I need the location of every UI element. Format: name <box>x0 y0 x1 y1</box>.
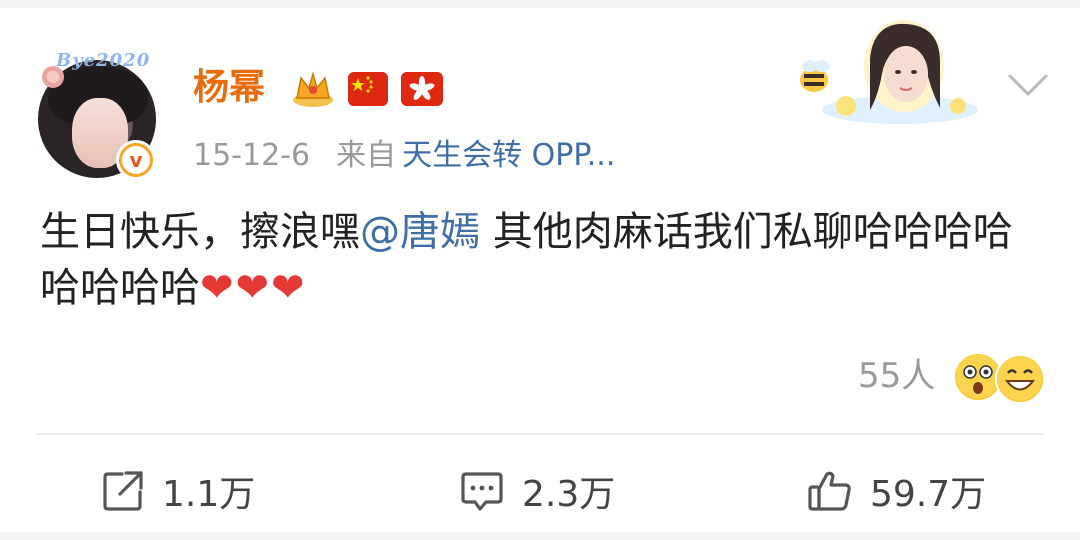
like-count: 59.7万 <box>870 474 987 515</box>
comment-icon <box>461 472 503 511</box>
repost-button[interactable]: 1.1万 <box>100 464 255 518</box>
post-source[interactable]: 天生会转 OPP... <box>402 138 615 173</box>
weibo-post-card: Bye2020 v 杨幂 15-12-6 来自 天生会转 OPP... 生日快乐… <box>0 8 1080 532</box>
like-button[interactable]: 59.7万 <box>806 464 986 518</box>
mention-link[interactable]: @唐嫣 <box>360 209 480 255</box>
thumbs-up-icon <box>808 471 851 511</box>
hongkong-flag-icon <box>401 72 443 106</box>
crown-icon <box>293 71 333 107</box>
from-label: 来自 <box>336 138 397 173</box>
china-flag-icon <box>348 72 388 106</box>
post-text-part: 生日快乐，擦浪嘿 <box>40 209 360 255</box>
heart-emoji-icons: ❤❤❤ <box>200 265 307 311</box>
comment-button[interactable]: 2.3万 <box>458 464 615 518</box>
grinning-emoji-icon <box>995 354 1045 404</box>
post-meta: 15-12-6 来自 天生会转 OPP... <box>193 136 615 176</box>
avatar-frame-text: Bye2020 <box>56 50 151 71</box>
repost-icon <box>103 471 143 511</box>
divider <box>36 433 1044 435</box>
verified-badge-icon: v <box>116 140 156 180</box>
comment-count: 2.3万 <box>522 474 616 515</box>
repost-count: 1.1万 <box>162 474 256 515</box>
card-decoration-image <box>800 20 978 124</box>
reaction-count[interactable]: 55人 <box>858 354 935 398</box>
chevron-down-icon[interactable] <box>1006 70 1050 100</box>
post-text: 生日快乐，擦浪嘿@唐嫣 其他肉麻话我们私聊哈哈哈哈哈哈哈哈❤❤❤ <box>40 204 1050 316</box>
post-date: 15-12-6 <box>193 138 311 173</box>
avatar[interactable]: Bye2020 v <box>36 46 162 180</box>
author-name[interactable]: 杨幂 <box>193 66 265 110</box>
